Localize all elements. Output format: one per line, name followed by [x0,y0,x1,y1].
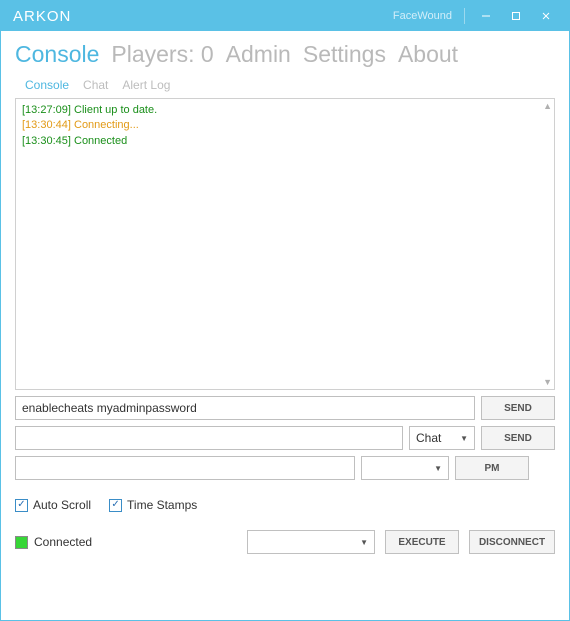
app-title: ARKON [13,8,71,25]
tab-settings[interactable]: Settings [303,41,386,68]
maximize-button[interactable] [501,1,531,31]
scroll-down-icon[interactable]: ▼ [543,377,552,387]
main-tab-bar: Console Players: 0 Admin Settings About [1,31,569,72]
title-bar: ARKON FaceWound [1,1,569,31]
subtab-alert-log[interactable]: Alert Log [122,78,170,92]
execute-button[interactable]: EXECUTE [385,530,459,554]
scroll-up-icon[interactable]: ▲ [543,101,552,111]
bottom-bar: Connected ▼ EXECUTE DISCONNECT [1,516,569,560]
auto-scroll-checkbox[interactable]: ✓ Auto Scroll [15,498,91,512]
auto-scroll-label: Auto Scroll [33,498,91,512]
pm-input[interactable] [15,456,355,480]
checkbox-icon: ✓ [15,499,28,512]
chevron-down-icon: ▼ [434,464,442,473]
chat-type-dropdown[interactable]: Chat ▼ [409,426,475,450]
log-timestamp: [13:30:44] [22,119,71,131]
tab-console[interactable]: Console [15,41,99,68]
chat-input[interactable] [15,426,403,450]
execute-dropdown[interactable]: ▼ [247,530,375,554]
log-line: [13:30:45] Connected [22,134,548,149]
sub-tab-bar: Console Chat Alert Log [1,72,569,98]
close-button[interactable] [531,1,561,31]
tab-players[interactable]: Players: 0 [111,41,213,68]
chevron-down-icon: ▼ [360,538,368,547]
pm-target-dropdown[interactable]: ▼ [361,456,449,480]
connection-status: Connected [15,535,92,549]
send-command-button[interactable]: SEND [481,396,555,420]
log-message: Connecting... [74,119,139,131]
console-log[interactable]: ▲ [13:27:09] Client up to date. [13:30:4… [15,98,555,390]
subtab-console[interactable]: Console [25,78,69,92]
chat-dd-value: Chat [416,431,441,445]
disconnect-button[interactable]: DISCONNECT [469,530,555,554]
log-timestamp: [13:27:09] [22,104,71,116]
log-line: [13:30:44] Connecting... [22,118,548,133]
pm-button[interactable]: PM [455,456,529,480]
checkbox-icon: ✓ [109,499,122,512]
send-chat-button[interactable]: SEND [481,426,555,450]
log-message: Client up to date. [74,104,157,116]
status-indicator-icon [15,536,28,549]
chevron-down-icon: ▼ [460,434,468,443]
tab-about[interactable]: About [398,41,458,68]
subtab-chat[interactable]: Chat [83,78,108,92]
command-input[interactable] [15,396,475,420]
time-stamps-label: Time Stamps [127,498,197,512]
status-label: Connected [34,535,92,549]
username-label[interactable]: FaceWound [393,10,452,22]
log-line: [13:27:09] Client up to date. [22,103,548,118]
log-timestamp: [13:30:45] [22,135,71,147]
log-message: Connected [74,135,127,147]
time-stamps-checkbox[interactable]: ✓ Time Stamps [109,498,197,512]
tab-admin[interactable]: Admin [226,41,291,68]
minimize-button[interactable] [471,1,501,31]
options-row: ✓ Auto Scroll ✓ Time Stamps [1,488,569,516]
